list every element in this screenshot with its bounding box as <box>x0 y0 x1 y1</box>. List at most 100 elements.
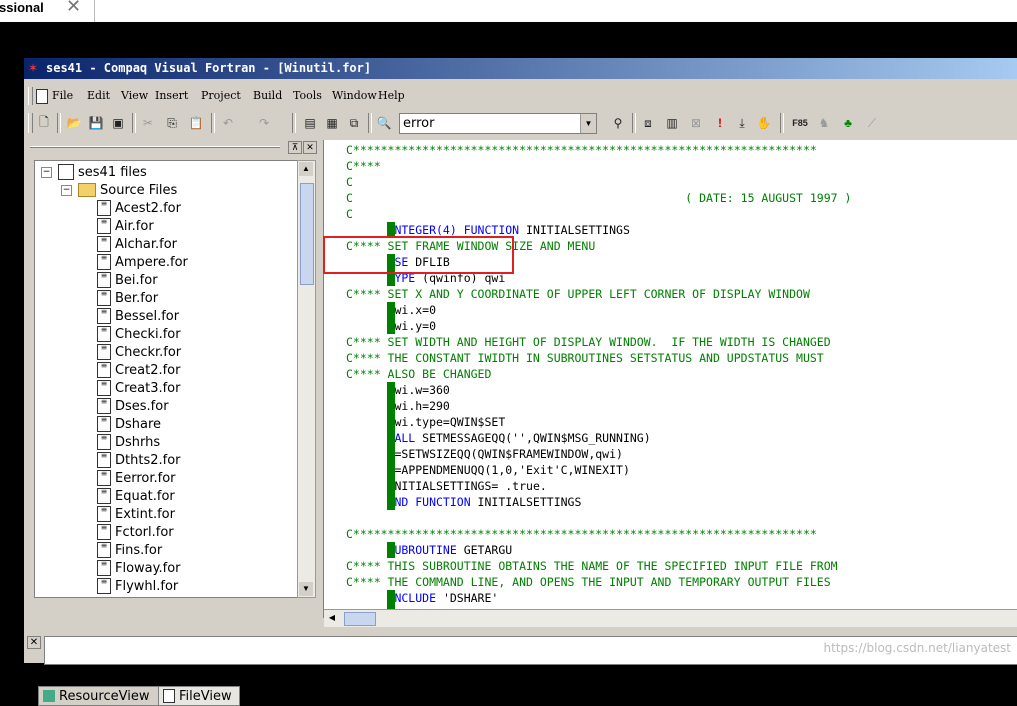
breakpoint-hand-icon[interactable]: ✋ <box>754 113 774 133</box>
file-tree-item[interactable]: ≡ Dshare <box>97 415 161 433</box>
file-tree-item[interactable]: ≡ Ber.for <box>97 289 158 307</box>
collapse-icon[interactable]: − <box>61 184 72 196</box>
file-tree-label: Dshare <box>115 416 162 432</box>
menu-window[interactable]: Window <box>332 89 377 102</box>
f8-icon[interactable]: F85 <box>790 113 810 133</box>
code-text: I=APPENDMENUQQ(1,0,'Exit'C,WINEXIT) <box>387 463 630 477</box>
tree-folder-row[interactable]: − Source Files <box>61 181 177 199</box>
find-in-files-icon[interactable]: 🔍 <box>374 113 394 133</box>
menu-project[interactable]: Project <box>201 89 241 102</box>
title-bar[interactable]: ✶ ses41 - Compaq Visual Fortran - [Winut… <box>24 58 1017 79</box>
toolbar-grip[interactable] <box>28 113 33 133</box>
paste-icon[interactable]: 📋 <box>186 113 206 133</box>
redo-icon[interactable]: ↷ <box>254 113 274 133</box>
code-editor[interactable]: C***************************************… <box>323 140 1017 618</box>
code-line: C***************************************… <box>346 142 817 158</box>
window-list-icon[interactable]: ⧉ <box>344 113 364 133</box>
copy-icon[interactable]: ⎘ <box>162 113 182 133</box>
file-tree-label: Floway.for <box>115 560 181 576</box>
editor-hscrollbar[interactable]: ◀ <box>324 609 1017 627</box>
tab-fileview[interactable]: FileView <box>158 686 240 706</box>
file-tree-item[interactable]: ≡ Fctorl.for <box>97 523 174 541</box>
compile-icon[interactable]: ⧈ <box>638 113 658 133</box>
menu-edit[interactable]: Edit <box>87 89 110 102</box>
code-line: INITIALSETTINGS= .true. <box>346 478 547 494</box>
host-tab[interactable]: ssional ✕ <box>0 0 95 23</box>
open-folder-icon[interactable]: 📂 <box>64 113 84 133</box>
file-tree-item[interactable]: ≡ Bessel.for <box>97 307 179 325</box>
chevron-down-icon[interactable]: ▼ <box>580 114 596 133</box>
output-close-icon[interactable]: ✕ <box>27 636 41 649</box>
output-window-icon[interactable]: ▦ <box>322 113 342 133</box>
file-tree-label: Dses.for <box>115 398 169 414</box>
tree-scrollbar[interactable]: ▲ ▼ <box>297 160 316 598</box>
file-tree-item[interactable]: ≡ Acest2.for <box>97 199 181 217</box>
undo-icon[interactable]: ↶ <box>218 113 238 133</box>
pane-close-icon[interactable]: ✕ <box>303 141 317 154</box>
file-tree-item[interactable]: ≡ Equat.for <box>97 487 175 505</box>
find-combo-value[interactable]: error <box>403 116 434 131</box>
file-tree-label: Dthts2.for <box>115 452 181 468</box>
tree-project-row[interactable]: − ses41 files <box>41 163 147 181</box>
menu-insert[interactable]: Insert <box>155 89 188 102</box>
menu-view[interactable]: View <box>121 89 148 102</box>
file-tree-item[interactable]: ≡ Dses.for <box>97 397 169 415</box>
file-tree-item[interactable]: ≡ Bei.for <box>97 271 158 289</box>
save-all-icon[interactable]: ▣ <box>108 113 128 133</box>
file-tree-item[interactable]: ≡ Extint.for <box>97 505 175 523</box>
file-tree-label: Flywhl.for <box>115 578 179 594</box>
menu-help[interactable]: Help <box>378 89 405 102</box>
file-tree-item[interactable]: ≡ Checkr.for <box>97 343 181 361</box>
menubar-grip[interactable] <box>28 87 33 105</box>
find-icon[interactable]: ⚲ <box>608 113 628 133</box>
file-tree-item[interactable]: ≡ Eerror.for <box>97 469 176 487</box>
build-icon[interactable]: ▥ <box>662 113 682 133</box>
wand-icon[interactable]: ⟋ <box>862 113 882 133</box>
workspace-icon[interactable]: ▤ <box>300 113 320 133</box>
file-icon: ≡ <box>97 362 111 378</box>
file-tree-item[interactable]: ≡ Dthts2.for <box>97 451 181 469</box>
collapse-icon[interactable]: − <box>41 166 52 178</box>
close-icon[interactable]: ✕ <box>66 0 81 17</box>
stop-build-icon[interactable]: ⊠ <box>686 113 706 133</box>
scroll-thumb[interactable] <box>300 183 314 285</box>
host-tab-strip <box>95 0 1017 22</box>
code-line: C**** SET WIDTH AND HEIGHT OF DISPLAY WI… <box>346 334 831 350</box>
step-icon[interactable]: ♞ <box>814 113 834 133</box>
file-icon: ≡ <box>97 506 111 522</box>
file-tree-label: Bessel.for <box>115 308 180 324</box>
document-icon[interactable] <box>36 89 48 104</box>
tab-resourceview[interactable]: ResourceView <box>38 686 161 706</box>
pane-grip[interactable] <box>30 146 280 148</box>
cut-icon[interactable]: ✂ <box>138 113 158 133</box>
file-tree-item[interactable]: ≡ Dshrhs <box>97 433 160 451</box>
scroll-down-icon[interactable]: ▼ <box>299 582 313 596</box>
file-tree-item[interactable]: ≡ Ampere.for <box>97 253 188 271</box>
hscroll-thumb[interactable] <box>344 612 376 626</box>
tree-icon[interactable]: ♣ <box>838 113 858 133</box>
code-keyword <box>346 415 388 429</box>
workspace-header: ⊼ ✕ <box>30 140 320 156</box>
menu-file[interactable]: File <box>52 89 73 102</box>
new-file-icon[interactable]: 🗋 <box>34 113 54 133</box>
code-line: C**** THE COMMAND LINE, AND OPENS THE IN… <box>346 574 831 590</box>
menu-tools[interactable]: Tools <box>293 89 322 102</box>
execute-icon[interactable]: ! <box>710 113 730 133</box>
menu-build[interactable]: Build <box>253 89 282 102</box>
file-tree-item[interactable]: ≡ Creat2.for <box>97 361 180 379</box>
file-tree-item[interactable]: ≡ Creat3.for <box>97 379 180 397</box>
file-icon: ≡ <box>97 524 111 540</box>
file-tree-item[interactable]: ≡ Floway.for <box>97 559 181 577</box>
scroll-up-icon[interactable]: ▲ <box>299 162 313 176</box>
pane-maximize-icon[interactable]: ⊼ <box>288 141 302 154</box>
file-tree-item[interactable]: ≡ Fins.for <box>97 541 162 559</box>
file-tree-item[interactable]: ≡ Checki.for <box>97 325 181 343</box>
file-tree-item[interactable]: ≡ Alchar.for <box>97 235 177 253</box>
go-icon[interactable]: ⤓ <box>732 113 752 133</box>
scroll-left-icon[interactable]: ◀ <box>326 612 338 624</box>
file-tree-item[interactable]: ≡ Air.for <box>97 217 154 235</box>
code-comment: C ( DATE: 15 AUGUST 1997 ) <box>346 191 852 205</box>
file-tree-item[interactable]: ≡ Flywhl.for <box>97 577 178 595</box>
save-icon[interactable]: 💾 <box>86 113 106 133</box>
find-combo[interactable]: error ▼ <box>399 113 597 134</box>
